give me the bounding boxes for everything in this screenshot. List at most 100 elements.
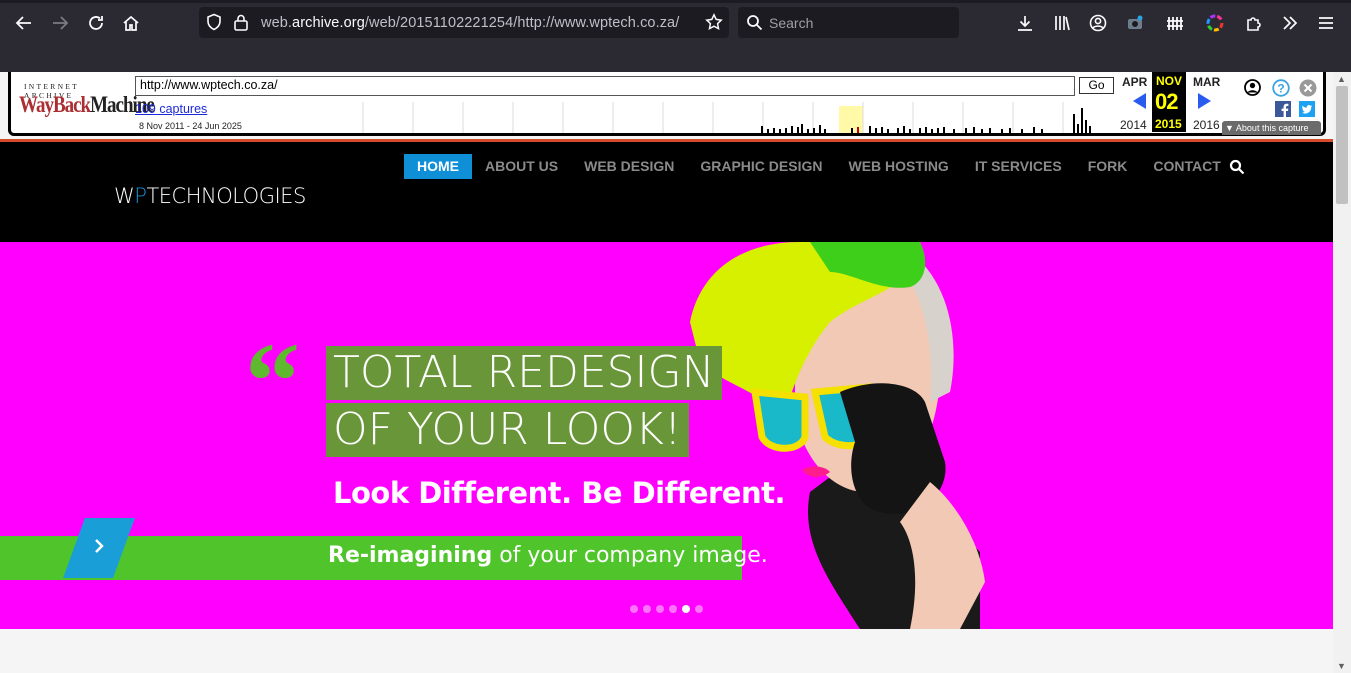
reload-icon — [89, 16, 103, 30]
reload-button[interactable] — [81, 8, 111, 38]
slider-dot[interactable] — [682, 605, 690, 613]
captures-link[interactable]: 109 captures — [135, 102, 207, 116]
main-nav: HOME ABOUT US WEB DESIGN GRAPHIC DESIGN … — [404, 154, 1234, 179]
wayback-machine-wordmark: WayBackMachine — [19, 93, 155, 119]
prev-capture-arrow-icon[interactable] — [1133, 93, 1146, 109]
quote-mark-icon: “ — [245, 320, 300, 442]
wayback-url-input[interactable]: http://www.wptech.co.za/ — [135, 76, 1075, 96]
extension-color-wheel-button[interactable] — [1201, 9, 1229, 37]
slider-dot[interactable] — [630, 605, 638, 613]
library-icon — [1055, 16, 1070, 31]
wayback-toolbar: INTERNET ARCHIVE WayBackMachine http://w… — [8, 72, 1326, 136]
tab-strip-edge — [0, 0, 1351, 3]
forward-button[interactable] — [45, 8, 75, 38]
account-icon — [1089, 14, 1107, 32]
about-capture-button[interactable]: ▼ About this capture — [1222, 121, 1321, 135]
page-viewport: INTERNET ARCHIVE WayBackMachine http://w… — [0, 72, 1351, 673]
slider-pagination — [630, 605, 703, 613]
nav-web-hosting[interactable]: WEB HOSTING — [835, 154, 961, 179]
prev-month-label[interactable]: APR — [1122, 75, 1147, 89]
scroll-up-arrow-icon[interactable]: ▲ — [1337, 74, 1346, 84]
extensions-button[interactable] — [1240, 9, 1268, 37]
capture-bars — [761, 108, 1091, 133]
site-search-icon[interactable] — [1229, 159, 1245, 175]
nav-home[interactable]: HOME — [404, 154, 472, 179]
twitter-icon[interactable] — [1299, 101, 1315, 117]
url-domain: archive.org — [292, 15, 365, 31]
slider-dot[interactable] — [695, 605, 703, 613]
nav-web-design[interactable]: WEB DESIGN — [571, 154, 687, 179]
arrow-left-icon — [15, 16, 31, 30]
site-logo[interactable]: WPTECHNOLOGIES — [114, 184, 306, 208]
tagline-bold: Re-imagining — [328, 543, 493, 568]
wayback-machine-logo[interactable]: INTERNET ARCHIVE WayBackMachine — [19, 79, 155, 123]
hero-slider: “ TOTAL REDESIGN OF YOUR LOOK! Look Diff… — [0, 242, 1333, 629]
back-button[interactable] — [9, 8, 39, 38]
current-capture-date: NOV 02 2015 — [1152, 72, 1186, 132]
nav-about-us[interactable]: ABOUT US — [472, 154, 571, 179]
capture-sparkline[interactable] — [361, 102, 1113, 133]
current-year: 2015 — [1155, 117, 1182, 131]
extension-fence-button[interactable] — [1161, 9, 1189, 37]
prev-year-label: 2014 — [1120, 118, 1147, 132]
browser-toolbar: web.archive.org/web/20151102221254/http:… — [0, 0, 1351, 72]
overflow-menu-button[interactable] — [1276, 9, 1304, 37]
arrow-right-icon — [53, 16, 69, 30]
chevron-right-icon[interactable] — [91, 536, 107, 556]
about-capture-label: About this capture — [1235, 123, 1309, 133]
url-prefix: web. — [261, 15, 293, 31]
wayback-go-button[interactable]: Go — [1079, 77, 1114, 94]
slider-dot[interactable] — [669, 605, 677, 613]
next-capture-arrow-icon[interactable] — [1198, 93, 1211, 109]
color-wheel-icon — [1206, 14, 1224, 32]
nav-fork[interactable]: FORK — [1075, 154, 1141, 179]
help-icon[interactable]: ? — [1272, 79, 1290, 97]
url-text: web.archive.org/web/20151102221254/http:… — [261, 15, 679, 31]
facebook-icon[interactable] — [1275, 101, 1291, 117]
page-scrollbar[interactable]: ▲ ▼ — [1333, 72, 1351, 673]
bookmark-star-icon[interactable] — [705, 13, 723, 31]
home-icon — [123, 15, 139, 31]
account-circle-icon[interactable] — [1244, 79, 1261, 96]
downloads-button[interactable] — [1011, 9, 1039, 37]
hero-tagline: Re-imagining of your company image. — [328, 543, 768, 568]
nav-it-services[interactable]: IT SERVICES — [962, 154, 1075, 179]
site-header: WPTECHNOLOGIES HOME ABOUT US WEB DESIGN … — [0, 142, 1333, 242]
capture-calendar-nav: APR 2014 NOV 02 2015 MAR 2016 — [1117, 72, 1220, 134]
chevron-down-icon: ▼ — [1225, 123, 1236, 133]
close-icon[interactable] — [1299, 79, 1317, 97]
slider-dot[interactable] — [643, 605, 651, 613]
nav-graphic-design[interactable]: GRAPHIC DESIGN — [687, 154, 835, 179]
home-button[interactable] — [116, 8, 146, 38]
next-month-label[interactable]: MAR — [1193, 75, 1220, 89]
tracking-protection-shield-icon[interactable] — [205, 13, 223, 31]
address-bar[interactable]: web.archive.org/web/20151102221254/http:… — [199, 7, 729, 38]
hero-headline-line-2: OF YOUR LOOK! — [326, 403, 689, 457]
lock-icon[interactable] — [233, 13, 249, 31]
extension-camera-button[interactable] — [1121, 9, 1149, 37]
search-bar[interactable]: Search — [738, 7, 959, 38]
capture-date-range: 8 Nov 2011 - 24 Jun 2025 — [139, 121, 242, 131]
current-month: NOV — [1156, 74, 1183, 88]
app-menu-button[interactable] — [1312, 9, 1340, 37]
year-dividers — [362, 102, 1064, 133]
tagline-rest: of your company image. — [492, 543, 768, 568]
account-button[interactable] — [1084, 9, 1112, 37]
svg-text:?: ? — [1277, 82, 1284, 96]
next-year-label: 2016 — [1193, 118, 1220, 132]
logo-letter-p: P — [134, 184, 147, 208]
nav-contact[interactable]: CONTACT — [1140, 154, 1233, 179]
double-chevron-right-icon — [1283, 16, 1298, 30]
download-icon — [1018, 16, 1032, 31]
current-day: 02 — [1155, 89, 1179, 114]
scroll-down-arrow-icon[interactable]: ▼ — [1337, 661, 1346, 671]
scrollbar-thumb[interactable] — [1336, 86, 1348, 204]
library-button[interactable] — [1048, 9, 1076, 37]
hero-subheadline: Look Different. Be Different. — [333, 476, 786, 510]
logo-wordmark: TECHNOLOGIES — [146, 184, 306, 208]
hamburger-menu-icon — [1319, 17, 1333, 29]
slider-dot[interactable] — [656, 605, 664, 613]
url-path: /web/20151102221254/http://www.wptech.co… — [364, 15, 680, 31]
logo-letter-w: W — [114, 184, 135, 208]
search-icon — [747, 15, 763, 31]
